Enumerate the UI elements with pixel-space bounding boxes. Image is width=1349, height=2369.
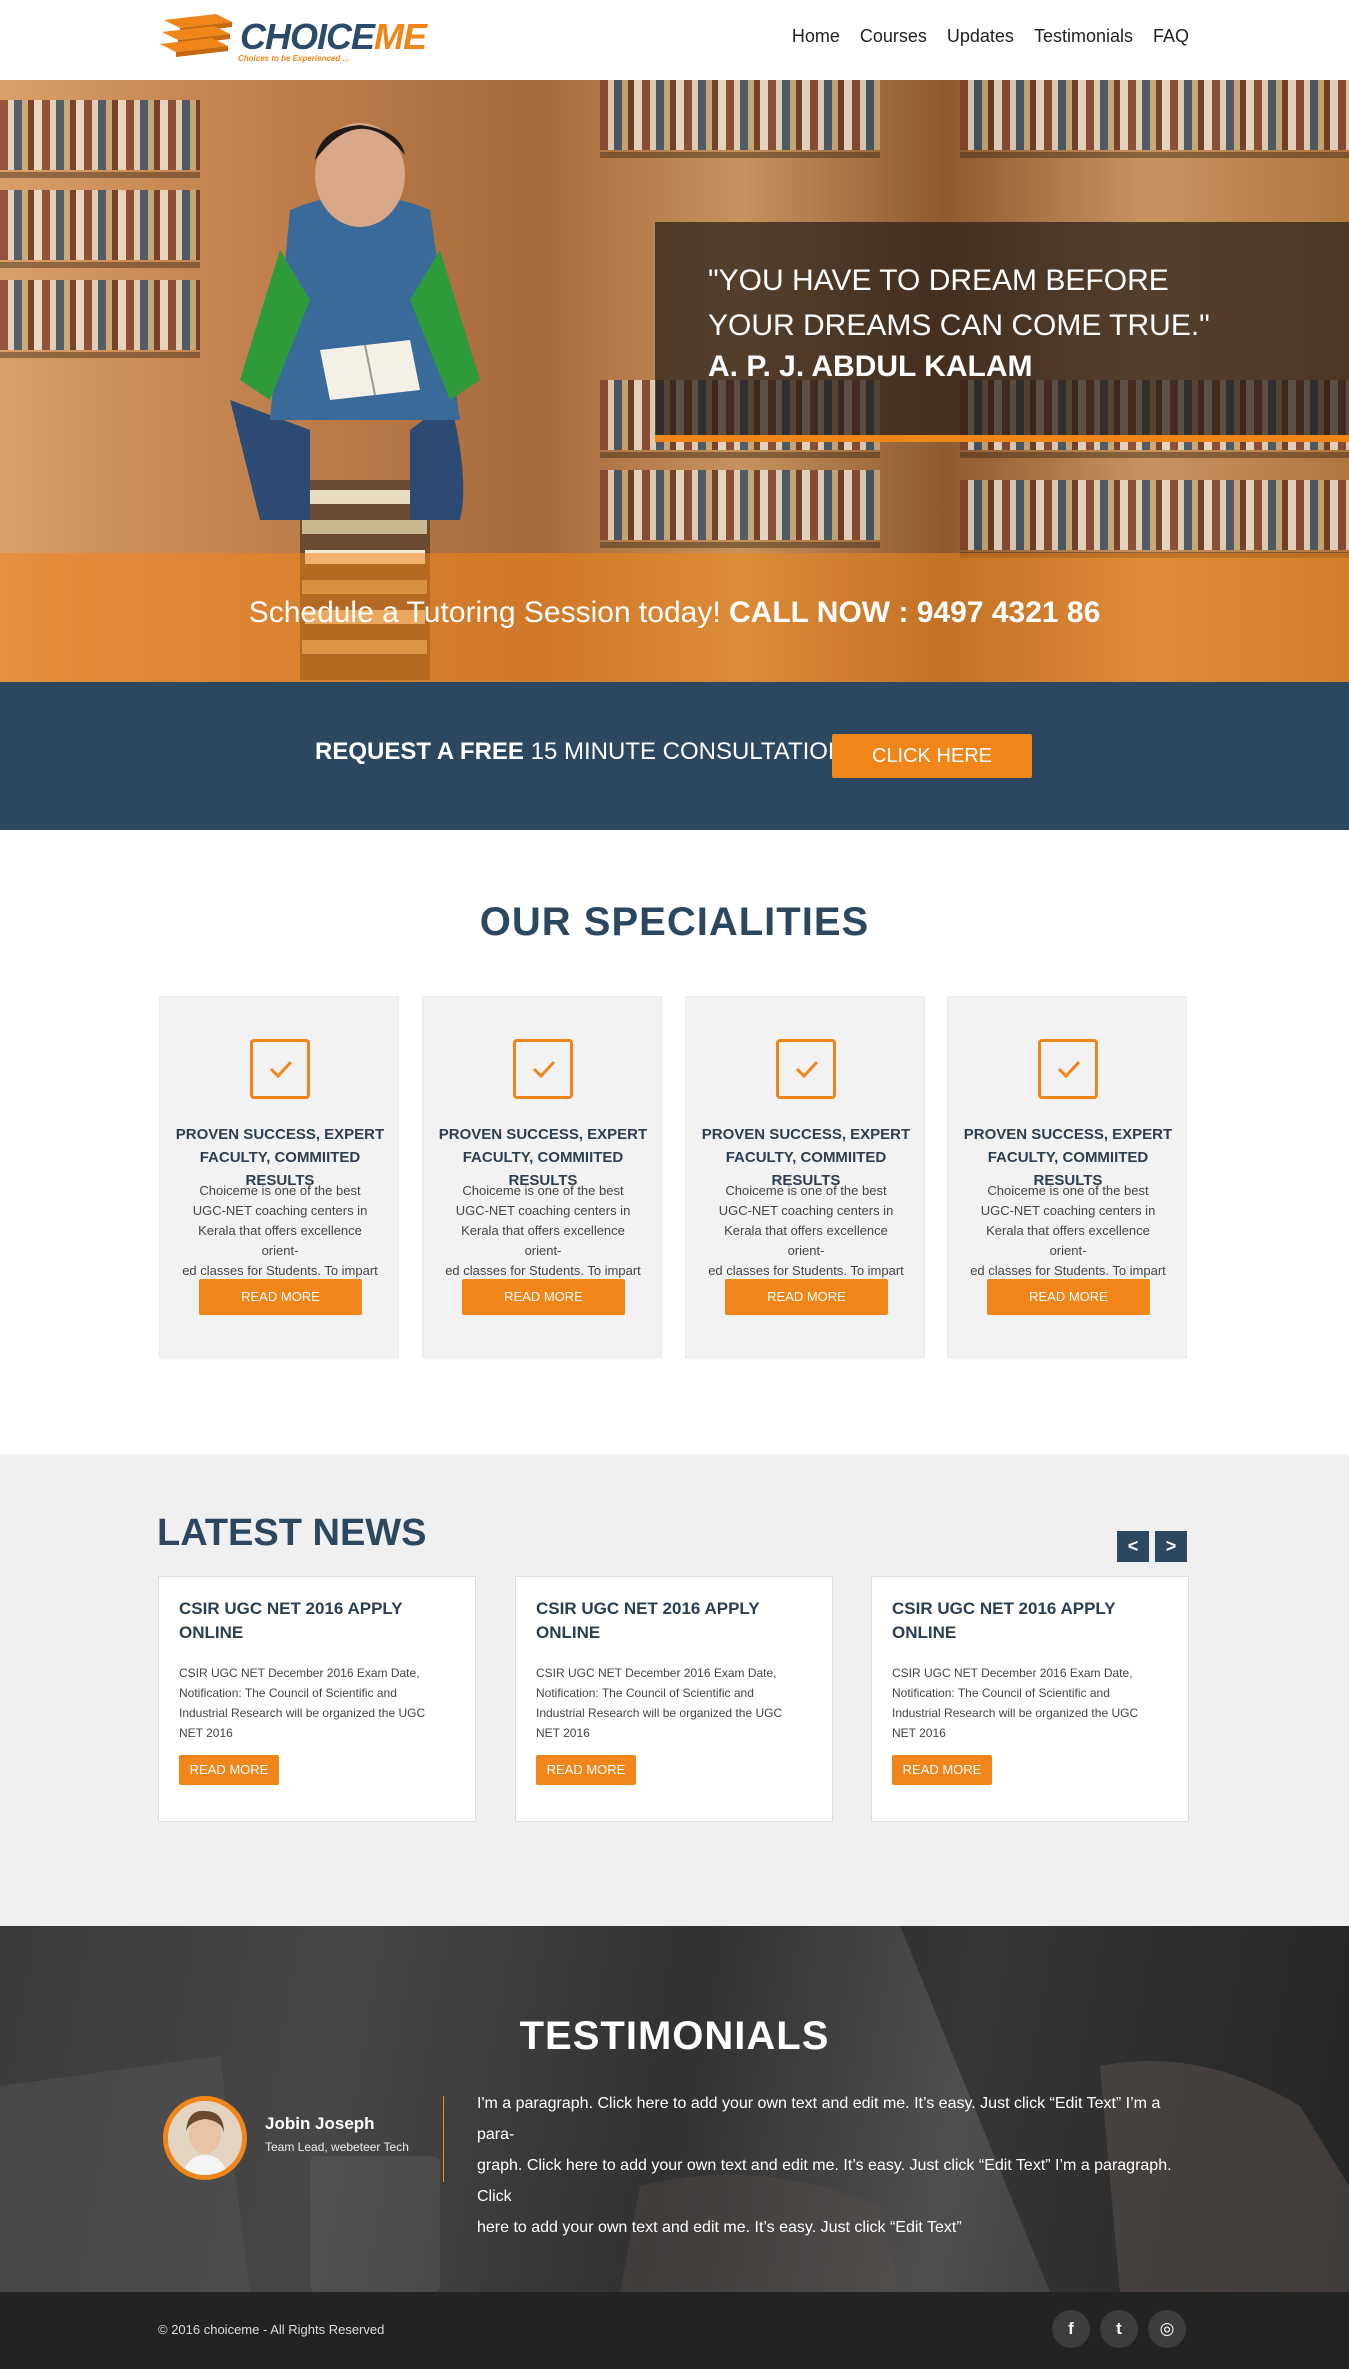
site-header: CHOICEME Choices to be Experienced ... H…: [0, 0, 1349, 80]
specialities-title: OUR SPECIALITIES: [479, 900, 870, 944]
logo[interactable]: CHOICEME Choices to be Experienced ...: [158, 10, 427, 66]
speciality-card: PROVEN SUCCESS, EXPERT FACULTY, COMMIITED…: [422, 996, 662, 1358]
nav-updates[interactable]: Updates: [947, 26, 1014, 47]
speciality-body: Choiceme is one of the best UGC-NET coach…: [445, 1183, 641, 1278]
click-here-button[interactable]: CLICK HERE: [832, 734, 1032, 778]
site-footer: © 2016 choiceme - All Rights Reserved f …: [0, 2292, 1349, 2369]
checkbox-icon: [513, 1039, 573, 1099]
news-card: CSIR UGC NET 2016 APPLY ONLINE CSIR UGC N…: [515, 1576, 833, 1822]
news-card-body: CSIR UGC NET December 2016 Exam Date, Not…: [536, 1666, 783, 1740]
testimonial-role: Team Lead, webeteer Tech: [265, 2140, 409, 2154]
news-card-title: CSIR UGC NET 2016 APPLY ONLINE: [892, 1599, 1116, 1642]
avatar: [163, 2096, 247, 2180]
hero-quote-line-1: "YOU HAVE TO DREAM BEFORE: [708, 264, 1169, 297]
read-more-button[interactable]: READ MORE: [725, 1279, 888, 1315]
consultation-light: 15 MINUTE CONSULTATION: [530, 738, 846, 765]
hero-quote: "YOU HAVE TO DREAM BEFORE YOUR DREAMS CA…: [708, 258, 1308, 348]
nav-courses[interactable]: Courses: [860, 26, 927, 47]
phone-number[interactable]: 9497 4321 86: [917, 596, 1101, 629]
news-card-title: CSIR UGC NET 2016 APPLY ONLINE: [536, 1599, 760, 1642]
testimonial-quote: I'm a paragraph. Click here to add your …: [477, 2095, 1172, 2236]
consultation-text: REQUEST A FREE 15 MINUTE CONSULTATION: [315, 738, 845, 766]
news-title: LATEST NEWS: [157, 1512, 427, 1554]
read-more-button[interactable]: READ MORE: [987, 1279, 1150, 1315]
nav-faq[interactable]: FAQ: [1153, 26, 1189, 47]
news-read-more-button[interactable]: READ MORE: [179, 1755, 279, 1785]
main-nav: Home Courses Updates Testimonials FAQ: [792, 26, 1189, 47]
logo-tagline: Choices to be Experienced ...: [238, 54, 350, 63]
checkbox-icon: [1038, 1039, 1098, 1099]
quote-author: A. P. J. ABDUL KALAM: [708, 350, 1033, 383]
news-card: CSIR UGC NET 2016 APPLY ONLINE CSIR UGC N…: [871, 1576, 1189, 1822]
speciality-body: Choiceme is one of the best UGC-NET coach…: [182, 1183, 378, 1278]
call-now-label: CALL NOW :: [729, 596, 909, 629]
checkbox-icon: [250, 1039, 310, 1099]
hero-quote-line-2: YOUR DREAMS CAN COME TRUE.": [708, 309, 1210, 342]
latest-news-section: LATEST NEWS < > CSIR UGC NET 2016 APPLY O…: [0, 1454, 1349, 1926]
logo-wordmark: CHOICEME: [240, 16, 427, 57]
testimonials-title: TESTIMONIALS: [519, 2014, 830, 2058]
testimonial-divider: [443, 2096, 444, 2182]
instagram-icon[interactable]: ◎: [1148, 2310, 1186, 2348]
news-read-more-button[interactable]: READ MORE: [892, 1755, 992, 1785]
consultation-bold: REQUEST A FREE: [315, 738, 524, 765]
quote-accent-bar: [655, 435, 1349, 442]
library-shelf-left: [0, 80, 200, 600]
speciality-card: PROVEN SUCCESS, EXPERT FACULTY, COMMIITED…: [159, 996, 399, 1358]
person-avatar-icon: [168, 2101, 242, 2175]
read-more-button[interactable]: READ MORE: [199, 1279, 362, 1315]
news-card-title: CSIR UGC NET 2016 APPLY ONLINE: [179, 1599, 403, 1642]
news-card: CSIR UGC NET 2016 APPLY ONLINE CSIR UGC N…: [158, 1576, 476, 1822]
twitter-icon[interactable]: t: [1100, 2310, 1138, 2348]
speciality-body: Choiceme is one of the best UGC-NET coach…: [970, 1183, 1166, 1278]
testimonials-section: TESTIMONIALS Jobin Joseph Team Lead, web…: [0, 1926, 1349, 2292]
news-card-body: CSIR UGC NET December 2016 Exam Date, Not…: [179, 1666, 426, 1740]
copyright: © 2016 choiceme - All Rights Reserved: [158, 2322, 385, 2337]
books-logo-icon: [160, 14, 232, 57]
consultation-bar: REQUEST A FREE 15 MINUTE CONSULTATION CL…: [0, 682, 1349, 830]
news-prev-button[interactable]: <: [1117, 1531, 1149, 1562]
news-read-more-button[interactable]: READ MORE: [536, 1755, 636, 1785]
schedule-text: Schedule a Tutoring Session today!: [248, 596, 721, 629]
hero-banner: "YOU HAVE TO DREAM BEFORE YOUR DREAMS CA…: [0, 80, 1349, 682]
news-card-body: CSIR UGC NET December 2016 Exam Date, Not…: [892, 1666, 1139, 1740]
schedule-cta: Schedule a Tutoring Session today! CALL …: [0, 596, 1349, 630]
nav-testimonials[interactable]: Testimonials: [1034, 26, 1133, 47]
speciality-body: Choiceme is one of the best UGC-NET coach…: [708, 1183, 904, 1278]
speciality-card: PROVEN SUCCESS, EXPERT FACULTY, COMMIITED…: [947, 996, 1187, 1358]
nav-home[interactable]: Home: [792, 26, 840, 47]
read-more-button[interactable]: READ MORE: [462, 1279, 625, 1315]
speciality-card: PROVEN SUCCESS, EXPERT FACULTY, COMMIITED…: [685, 996, 925, 1358]
testimonial-name: Jobin Joseph: [265, 2114, 375, 2133]
checkbox-icon: [776, 1039, 836, 1099]
news-next-button[interactable]: >: [1155, 1531, 1187, 1562]
facebook-icon[interactable]: f: [1052, 2310, 1090, 2348]
